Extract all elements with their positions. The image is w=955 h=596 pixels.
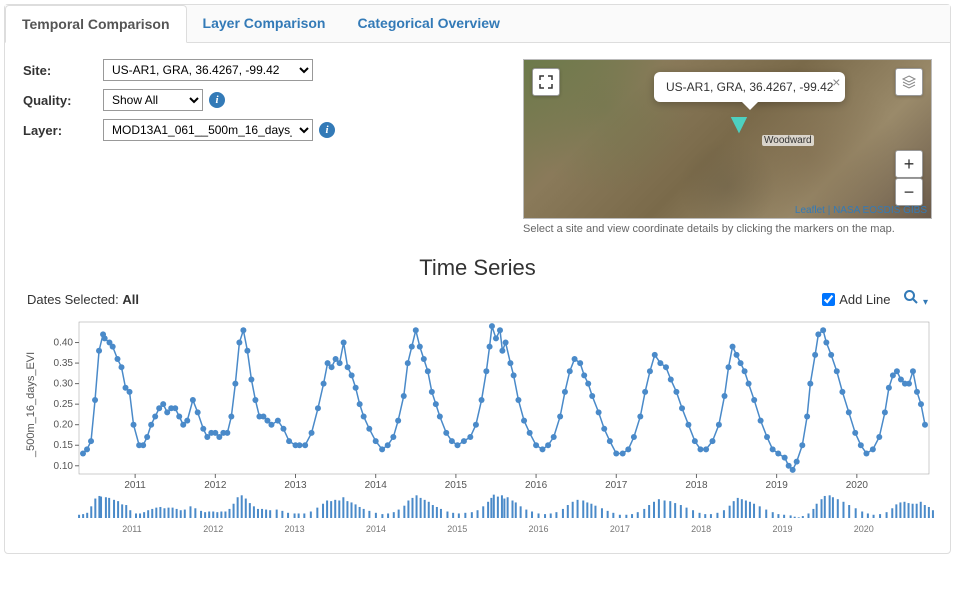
popup-text: US-AR1, GRA, 36.4267, -99.42 [666, 80, 833, 94]
magnify-icon [903, 289, 919, 305]
svg-text:0.10: 0.10 [54, 461, 74, 472]
svg-text:2015: 2015 [447, 524, 467, 534]
svg-text:0.30: 0.30 [54, 379, 74, 390]
svg-text:2016: 2016 [529, 524, 549, 534]
map[interactable]: + − × US-AR1, GRA, 36.4267, -99.42 ▼ Woo… [523, 59, 932, 219]
svg-text:2012: 2012 [203, 524, 223, 534]
layer-select[interactable]: MOD13A1_061__500m_16_days_EVI [103, 119, 313, 141]
map-caption: Select a site and view coordinate detail… [523, 223, 932, 235]
timeseries-chart[interactable]: 0.10 0.15 0.20 0.25 0.30 0.35 0.40 2011 2012 2013… [39, 314, 932, 494]
fullscreen-icon [539, 75, 553, 89]
brush-overview[interactable]: 2011 2012 2013 2014 2015 2016 2017 2018 2019 2020 [71, 494, 941, 534]
svg-text:2020: 2020 [854, 524, 874, 534]
map-marker-icon[interactable]: ▼ [725, 108, 753, 140]
zoom-in-button[interactable]: + [895, 150, 923, 178]
svg-text:0.15: 0.15 [54, 440, 74, 451]
tab-categorical-overview[interactable]: Categorical Overview [341, 5, 515, 42]
svg-text:2018: 2018 [685, 480, 708, 491]
svg-text:2016: 2016 [525, 480, 548, 491]
tabs: Temporal Comparison Layer Comparison Cat… [5, 5, 950, 43]
map-place-label: Woodward [762, 135, 814, 146]
chart-zoom-dropdown[interactable]: ▾ [903, 289, 928, 310]
svg-text:2018: 2018 [691, 524, 711, 534]
svg-text:0.20: 0.20 [54, 420, 74, 431]
svg-text:2012: 2012 [204, 480, 227, 491]
svg-text:2015: 2015 [445, 480, 468, 491]
svg-text:2020: 2020 [846, 480, 869, 491]
map-attribution: Leaflet | NASA EOSDIS GIBS [795, 205, 927, 216]
info-icon[interactable]: i [209, 92, 225, 108]
add-line-checkbox[interactable] [822, 293, 835, 306]
popup-close-button[interactable]: × [832, 74, 840, 90]
svg-text:2017: 2017 [610, 524, 630, 534]
quality-label: Quality: [23, 93, 103, 108]
fullscreen-button[interactable] [532, 68, 560, 96]
layer-label: Layer: [23, 123, 103, 138]
dates-selected: Dates Selected: All [27, 292, 139, 307]
marker-popup: × US-AR1, GRA, 36.4267, -99.42 [654, 72, 845, 102]
svg-text:2017: 2017 [605, 480, 628, 491]
add-line-toggle[interactable]: Add Line [822, 292, 890, 307]
svg-text:2011: 2011 [124, 480, 146, 491]
svg-text:2013: 2013 [285, 524, 305, 534]
tab-temporal-comparison[interactable]: Temporal Comparison [5, 5, 187, 43]
layers-icon [901, 74, 917, 90]
svg-text:2019: 2019 [766, 480, 789, 491]
info-icon[interactable]: i [319, 122, 335, 138]
svg-text:2014: 2014 [365, 480, 388, 491]
chart-title: Time Series [23, 255, 932, 281]
layers-button[interactable] [895, 68, 923, 96]
svg-text:0.25: 0.25 [54, 399, 74, 410]
chart-ylabel: _500m_16_days_EVI [23, 314, 39, 494]
site-select[interactable]: US-AR1, GRA, 36.4267, -99.42 [103, 59, 313, 81]
zoom-out-button[interactable]: − [895, 178, 923, 206]
tab-layer-comparison[interactable]: Layer Comparison [187, 5, 342, 42]
svg-text:0.40: 0.40 [54, 338, 74, 349]
svg-text:2013: 2013 [284, 480, 307, 491]
svg-text:2019: 2019 [772, 524, 792, 534]
svg-text:0.35: 0.35 [54, 358, 74, 369]
svg-text:2014: 2014 [366, 524, 386, 534]
controls-panel: Site: US-AR1, GRA, 36.4267, -99.42 Quali… [23, 59, 503, 235]
quality-select[interactable]: Show All [103, 89, 203, 111]
svg-text:2011: 2011 [122, 524, 141, 534]
site-label: Site: [23, 63, 103, 78]
